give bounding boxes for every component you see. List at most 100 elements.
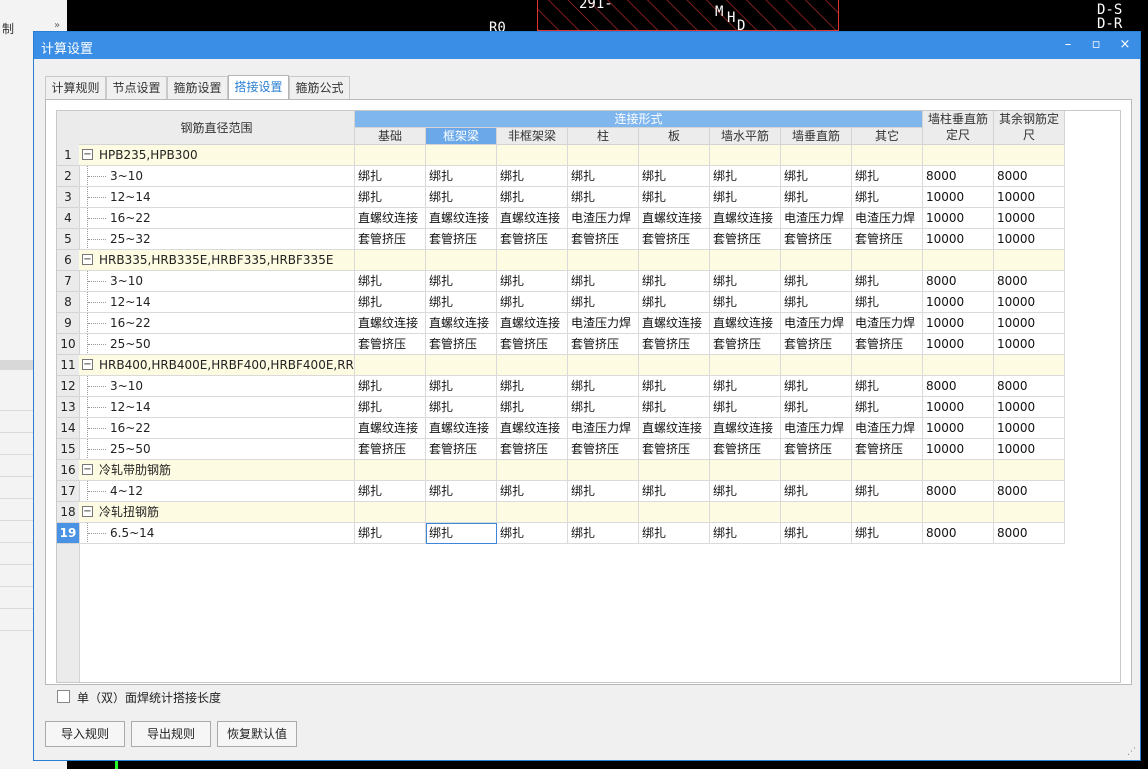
close-icon[interactable]: × [1115,36,1135,54]
grid-cell[interactable]: 套管挤压 [852,229,923,250]
header-col-wall-horizontal[interactable]: 墙水平筋 [710,128,781,145]
grid-cell[interactable]: 10000 [923,208,994,229]
grid-cell[interactable]: 绑扎 [426,271,497,292]
grid-cell[interactable]: 电渣压力焊 [781,208,852,229]
grid-cell[interactable]: 电渣压力焊 [852,208,923,229]
header-col-slab[interactable]: 板 [639,128,710,145]
range-row-name[interactable]: 25~50 [79,439,355,460]
collapse-icon[interactable]: − [82,254,93,265]
grid-cell[interactable]: 绑扎 [639,187,710,208]
grid-cell[interactable] [781,502,852,523]
range-row-name[interactable]: 16~22 [79,208,355,229]
row-number[interactable]: 3 [57,187,79,208]
grid-cell[interactable]: 套管挤压 [568,229,639,250]
grid-cell[interactable] [781,355,852,376]
grid-cell[interactable]: 10000 [994,208,1065,229]
grid-cell[interactable] [710,460,781,481]
grid-cell[interactable]: 10000 [923,418,994,439]
range-row-name[interactable]: 25~32 [79,229,355,250]
range-row-name[interactable]: 16~22 [79,313,355,334]
grid-cell[interactable]: 绑扎 [497,481,568,502]
grid-cell[interactable]: 绑扎 [568,397,639,418]
grid-cell[interactable]: 绑扎 [781,397,852,418]
grid-cell[interactable]: 绑扎 [426,292,497,313]
grid-cell[interactable]: 8000 [994,523,1065,544]
header-col-non-frame-beam[interactable]: 非框架梁 [497,128,568,145]
row-number[interactable]: 2 [57,166,79,187]
grid-cell[interactable]: 绑扎 [710,166,781,187]
grid-cell[interactable] [426,460,497,481]
grid-cell[interactable]: 直螺纹连接 [355,313,426,334]
grid-cell[interactable]: 套管挤压 [710,334,781,355]
grid-cell[interactable] [497,355,568,376]
grid-cell[interactable]: 套管挤压 [639,439,710,460]
lap-settings-grid[interactable]: 钢筋直径范围 连接形式 基础 框架梁 非框架梁 柱 板 墙水平筋 墙垂直筋 其它… [56,110,1121,683]
grid-cell[interactable] [923,355,994,376]
grid-cell[interactable]: 电渣压力焊 [852,418,923,439]
grid-cell[interactable] [994,460,1065,481]
grid-cell[interactable]: 电渣压力焊 [568,208,639,229]
grid-cell[interactable]: 绑扎 [639,523,710,544]
collapse-icon[interactable]: − [82,464,93,475]
range-row-name[interactable]: 3~10 [79,376,355,397]
grid-cell[interactable]: 套管挤压 [355,439,426,460]
grid-cell[interactable] [639,502,710,523]
grid-cell[interactable]: 绑扎 [355,376,426,397]
range-row-name[interactable]: 25~50 [79,334,355,355]
row-number[interactable]: 19 [57,523,79,544]
grid-cell[interactable]: 直螺纹连接 [639,313,710,334]
grid-cell[interactable]: 绑扎 [426,376,497,397]
grid-cell[interactable]: 套管挤压 [426,229,497,250]
grid-cell[interactable] [497,145,568,166]
grid-cell[interactable]: 绑扎 [355,523,426,544]
grid-cell[interactable]: 绑扎 [781,166,852,187]
tab-calc-rules[interactable]: 计算规则 [45,76,106,99]
header-col-wall-column-length[interactable]: 墙柱垂直筋 定尺 [923,111,994,145]
grid-cell[interactable] [639,145,710,166]
grid-cell[interactable] [994,250,1065,271]
header-col-column[interactable]: 柱 [568,128,639,145]
tab-stirrup-settings[interactable]: 箍筋设置 [167,76,228,99]
row-number[interactable]: 15 [57,439,79,460]
range-row-name[interactable]: 12~14 [79,187,355,208]
grid-cell[interactable]: 绑扎 [497,523,568,544]
grid-cell[interactable]: 绑扎 [568,292,639,313]
grid-cell[interactable]: 绑扎 [568,187,639,208]
row-number[interactable]: 1 [57,145,79,166]
grid-cell[interactable]: 绑扎 [426,523,497,544]
grid-cell[interactable]: 电渣压力焊 [568,418,639,439]
grid-cell[interactable] [568,355,639,376]
grid-cell[interactable]: 电渣压力焊 [568,313,639,334]
grid-cell[interactable] [568,250,639,271]
grid-cell[interactable]: 绑扎 [497,271,568,292]
grid-cell[interactable]: 绑扎 [355,481,426,502]
grid-cell[interactable]: 套管挤压 [497,334,568,355]
row-number[interactable]: 6 [57,250,79,271]
grid-cell[interactable]: 绑扎 [568,481,639,502]
grid-cell[interactable]: 套管挤压 [781,229,852,250]
grid-cell[interactable]: 绑扎 [355,397,426,418]
grid-cell[interactable] [923,502,994,523]
grid-cell[interactable]: 10000 [923,229,994,250]
grid-cell[interactable] [710,355,781,376]
grid-cell[interactable]: 绑扎 [497,376,568,397]
grid-cell[interactable]: 套管挤压 [497,229,568,250]
grid-cell[interactable]: 绑扎 [852,481,923,502]
grid-cell[interactable]: 绑扎 [568,166,639,187]
grid-cell[interactable]: 绑扎 [852,271,923,292]
grid-cell[interactable]: 10000 [923,292,994,313]
grid-cell[interactable]: 绑扎 [710,481,781,502]
grid-cell[interactable] [497,502,568,523]
grid-cell[interactable]: 绑扎 [781,481,852,502]
range-row-name[interactable]: 16~22 [79,418,355,439]
grid-cell[interactable]: 直螺纹连接 [355,418,426,439]
grid-cell[interactable]: 绑扎 [426,166,497,187]
dialog-titlebar[interactable]: 计算设置 – ▫ × [34,32,1140,59]
grid-cell[interactable]: 10000 [994,292,1065,313]
collapse-icon[interactable]: − [82,149,93,160]
grid-cell[interactable]: 8000 [923,166,994,187]
tab-lap-settings[interactable]: 搭接设置 [228,75,289,100]
grid-cell[interactable]: 套管挤压 [568,334,639,355]
grid-cell[interactable] [639,460,710,481]
row-number[interactable]: 7 [57,271,79,292]
